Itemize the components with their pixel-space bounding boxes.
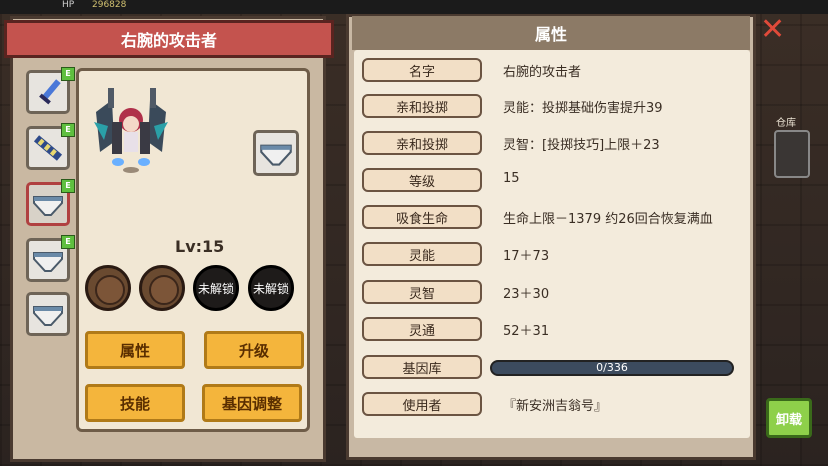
attr-value-user: 『新安洲吉翁号』 — [503, 399, 608, 414]
upgrade-button[interactable]: 升级 — [204, 331, 304, 369]
attr-value-wisdom: 23＋30 — [503, 287, 550, 302]
equipped-item-slot[interactable] — [253, 130, 299, 176]
attr-value-affinity: 灵智：[投掷技巧]上限＋23 — [503, 138, 660, 153]
unequip-button[interactable]: 卸载 — [766, 398, 812, 438]
equipped-badge: E — [61, 123, 75, 137]
attr-label-level: 等级 — [362, 168, 482, 192]
attr-label-psionic: 灵能 — [362, 242, 482, 266]
gene-socket-open[interactable] — [139, 265, 185, 311]
locked-label: 未解锁 — [197, 281, 234, 296]
close-icon[interactable]: ✕ — [760, 15, 786, 45]
underwear-icon — [33, 306, 63, 326]
skills-button[interactable]: 技能 — [85, 384, 185, 422]
attributes-title: 属性 — [534, 25, 567, 44]
item-level: Lv:15 — [175, 237, 225, 256]
attr-label-spirit: 灵通 — [362, 317, 482, 341]
equip-slot-underwear[interactable] — [26, 292, 70, 336]
attr-value-spirit: 52＋31 — [503, 324, 550, 339]
underwear-icon — [260, 144, 292, 166]
attr-label-name: 名字 — [362, 58, 482, 82]
gene-socket-locked[interactable]: 未解锁 — [193, 265, 239, 311]
warehouse-label: 仓库 — [776, 118, 796, 129]
attributes-button[interactable]: 属性 — [85, 331, 185, 369]
banner-tip — [318, 28, 330, 52]
attr-label-gene-bank: 基因库 — [362, 355, 482, 379]
attr-label-affinity: 亲和投掷 — [362, 131, 482, 155]
equipped-badge: E — [61, 67, 75, 81]
hp-value: 296828 — [92, 0, 127, 10]
attr-value-life-drain: 生命上限－1379 约26回合恢复满血 — [503, 212, 713, 227]
attr-label-life-drain: 吸食生命 — [362, 205, 482, 229]
equip-slot-sword[interactable]: E — [26, 67, 75, 114]
equip-slot-underwear-selected[interactable]: E — [26, 179, 75, 226]
equipped-badge: E — [61, 179, 75, 193]
gene-bank-text: 0/336 — [596, 361, 628, 374]
equipped-badge: E — [61, 235, 75, 249]
gene-adjust-button[interactable]: 基因调整 — [202, 384, 302, 422]
attributes-header: 属性 — [352, 16, 750, 50]
gene-socket-open[interactable] — [85, 265, 131, 311]
equip-slot-underwear[interactable]: E — [26, 235, 75, 282]
attr-label-wisdom: 灵智 — [362, 280, 482, 304]
equipment-title-banner: 右腕的攻击者 — [4, 20, 334, 58]
attr-label-affinity: 亲和投掷 — [362, 94, 482, 118]
warehouse-icon[interactable] — [774, 130, 810, 178]
character-sprite — [94, 88, 168, 173]
hp-label: HP — [62, 0, 75, 10]
gene-socket-locked[interactable]: 未解锁 — [248, 265, 294, 311]
attr-value-level: 15 — [503, 171, 520, 186]
locked-label: 未解锁 — [252, 281, 289, 296]
attr-value-name: 右腕的攻击者 — [503, 65, 582, 80]
equip-slot-chain[interactable]: E — [26, 123, 75, 170]
gene-bank-progress: 0/336 — [490, 360, 734, 376]
attr-value-affinity: 灵能：投掷基础伤害提升39 — [503, 101, 663, 116]
attr-value-psionic: 17＋73 — [503, 249, 550, 264]
equipment-title: 右腕的攻击者 — [120, 31, 217, 50]
attr-label-user: 使用者 — [362, 392, 482, 416]
